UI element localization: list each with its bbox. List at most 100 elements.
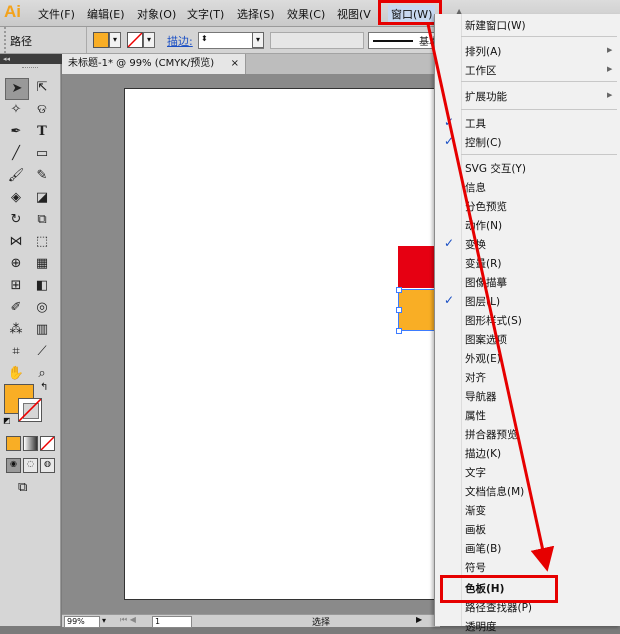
window-menu-item[interactable]: 透明度 bbox=[465, 619, 497, 634]
selection-handle[interactable] bbox=[396, 287, 402, 293]
rotate-tool-icon[interactable]: ↻ bbox=[5, 210, 27, 230]
window-menu-item[interactable]: 描边(K) bbox=[465, 446, 501, 461]
column-graph-tool-icon[interactable]: ▥ bbox=[31, 320, 53, 340]
fill-swatch[interactable] bbox=[93, 32, 109, 48]
slice-tool-icon[interactable]: ⟋ bbox=[31, 342, 53, 362]
submenu-arrow-icon: ▶ bbox=[607, 46, 613, 54]
brush-definition-field[interactable]: 基本 bbox=[368, 32, 442, 49]
type-tool-icon[interactable]: T bbox=[31, 122, 53, 142]
artboard[interactable] bbox=[124, 88, 440, 600]
window-menu-item[interactable]: 工具 bbox=[465, 116, 486, 131]
stroke-swatch[interactable] bbox=[127, 32, 143, 48]
window-menu-item[interactable]: 渐变 bbox=[465, 503, 486, 518]
rectangle-tool-icon[interactable]: ▭ bbox=[31, 144, 53, 164]
perspective-grid-tool-icon[interactable]: ▦ bbox=[31, 254, 53, 274]
swap-colors-icon[interactable]: ↰ bbox=[40, 382, 48, 393]
width-tool-icon[interactable]: ⋈ bbox=[5, 232, 27, 252]
draw-normal-icon[interactable]: ◉ bbox=[6, 458, 21, 473]
line-tool-icon[interactable]: ╱ bbox=[5, 144, 27, 164]
menu-effect[interactable]: 效果(C) bbox=[287, 6, 325, 22]
window-menu-item[interactable]: 扩展功能 bbox=[465, 89, 507, 104]
shape-builder-tool-icon[interactable]: ⊕ bbox=[5, 254, 27, 274]
pen-tool-icon[interactable]: ✒ bbox=[5, 122, 27, 142]
window-menu-item[interactable]: 符号 bbox=[465, 560, 486, 575]
panel-collapse-bar[interactable]: ◂◂ bbox=[0, 54, 63, 64]
menu-view[interactable]: 视图(V bbox=[337, 6, 371, 22]
eraser-tool-icon[interactable]: ◪ bbox=[31, 188, 53, 208]
fill-dropdown[interactable]: ▾ bbox=[109, 32, 121, 48]
panel-grip[interactable] bbox=[22, 67, 38, 70]
gradient-mode-icon[interactable] bbox=[23, 436, 38, 451]
default-colors-icon[interactable]: ◩ bbox=[3, 416, 11, 425]
window-menu-item[interactable]: 对齐 bbox=[465, 370, 486, 385]
zoom-tool-icon[interactable]: ⌕ bbox=[31, 364, 53, 384]
status-arrow-icon[interactable]: ▶ bbox=[416, 615, 422, 624]
close-icon[interactable]: × bbox=[231, 54, 239, 74]
window-menu-item[interactable]: 拼合器预览 bbox=[465, 427, 518, 442]
stroke-weight-dropdown[interactable]: ▾ bbox=[252, 32, 264, 48]
window-menu-item[interactable]: 外观(E) bbox=[465, 351, 501, 366]
selection-handle[interactable] bbox=[396, 307, 402, 313]
stepper-icon[interactable]: ⬍ bbox=[201, 34, 208, 43]
window-menu-item[interactable]: 控制(C) bbox=[465, 135, 502, 150]
menu-object[interactable]: 对象(O) bbox=[137, 6, 176, 22]
window-menu-item[interactable]: 图形样式(S) bbox=[465, 313, 522, 328]
window-menu-item[interactable]: 图层(L) bbox=[465, 294, 500, 309]
window-menu-item[interactable]: 导航器 bbox=[465, 389, 497, 404]
draw-behind-icon[interactable]: ◌ bbox=[23, 458, 38, 473]
window-menu-item[interactable]: 工作区 bbox=[465, 63, 497, 78]
direct-selection-tool-icon[interactable]: ⇱ bbox=[31, 78, 53, 98]
none-mode-icon[interactable] bbox=[40, 436, 55, 451]
window-menu-item[interactable]: 文字 bbox=[465, 465, 486, 480]
zoom-dropdown[interactable]: ▾ bbox=[102, 616, 106, 625]
menu-edit[interactable]: 编辑(E) bbox=[87, 6, 125, 22]
scale-tool-icon[interactable]: ⧉ bbox=[31, 210, 53, 230]
stroke-color-box[interactable] bbox=[18, 398, 42, 422]
swatches-highlight-box bbox=[440, 575, 558, 603]
window-menu-item[interactable]: 信息 bbox=[465, 180, 486, 195]
menu-select[interactable]: 选择(S) bbox=[237, 6, 275, 22]
window-menu-item[interactable]: 画笔(B) bbox=[465, 541, 501, 556]
window-menu-item[interactable]: 图像描摹 bbox=[465, 275, 507, 290]
eyedropper-tool-icon[interactable]: ✐ bbox=[5, 298, 27, 318]
gradient-tool-icon[interactable]: ◧ bbox=[31, 276, 53, 296]
pencil-tool-icon[interactable]: ✎ bbox=[31, 166, 53, 186]
paintbrush-tool-icon[interactable]: 🖌 bbox=[5, 166, 27, 186]
window-menu-item[interactable]: 新建窗口(W) bbox=[465, 18, 526, 33]
window-menu-item[interactable]: 属性 bbox=[465, 408, 486, 423]
menu-file[interactable]: 文件(F) bbox=[38, 6, 75, 22]
document-tab[interactable]: 未标题-1* @ 99% (CMYK/预览) × bbox=[62, 54, 246, 74]
zoom-field[interactable]: 99% bbox=[64, 616, 100, 628]
window-menu-item[interactable]: 文档信息(M) bbox=[465, 484, 524, 499]
mesh-tool-icon[interactable]: ⊞ bbox=[5, 276, 27, 296]
grip-handle[interactable] bbox=[4, 27, 9, 53]
free-transform-tool-icon[interactable]: ⬚ bbox=[31, 232, 53, 252]
window-menu-item[interactable]: SVG 交互(Y) bbox=[465, 161, 526, 176]
magic-wand-tool-icon[interactable]: ✧ bbox=[5, 100, 27, 120]
artboard-tool-icon[interactable]: ⌗ bbox=[5, 342, 27, 362]
blob-brush-tool-icon[interactable]: ◈ bbox=[5, 188, 27, 208]
hand-tool-icon[interactable]: ✋ bbox=[5, 364, 27, 384]
blend-tool-icon[interactable]: ◎ bbox=[31, 298, 53, 318]
symbol-sprayer-tool-icon[interactable]: ⁂ bbox=[5, 320, 27, 340]
selection-tool-icon[interactable]: ➤ bbox=[5, 78, 29, 100]
window-menu-item[interactable]: 图案选项 bbox=[465, 332, 507, 347]
screen-mode-icon[interactable]: ⧉ bbox=[18, 480, 27, 495]
window-menu-item[interactable]: 变换 bbox=[465, 237, 486, 252]
stroke-dropdown[interactable]: ▾ bbox=[143, 32, 155, 48]
window-menu-item[interactable]: 排列(A) bbox=[465, 44, 501, 59]
window-menu-item[interactable]: 动作(N) bbox=[465, 218, 502, 233]
window-menu-item[interactable]: 变量(R) bbox=[465, 256, 502, 271]
none-slash-icon bbox=[19, 399, 41, 421]
artboard-number-field[interactable]: 1 bbox=[152, 616, 192, 628]
selection-handle[interactable] bbox=[396, 328, 402, 334]
menu-type[interactable]: 文字(T) bbox=[187, 6, 224, 22]
lasso-tool-icon[interactable]: ଡ bbox=[31, 100, 53, 120]
draw-inside-icon[interactable]: ◍ bbox=[40, 458, 55, 473]
first-artboard-icon[interactable]: ⏮ ◀ bbox=[120, 615, 136, 625]
window-menu-item[interactable]: 画板 bbox=[465, 522, 486, 537]
color-mode-icon[interactable] bbox=[6, 436, 21, 451]
variable-width-field[interactable] bbox=[270, 32, 364, 49]
stroke-weight-link[interactable]: 描边: bbox=[167, 33, 193, 49]
window-menu-item[interactable]: 分色预览 bbox=[465, 199, 507, 214]
